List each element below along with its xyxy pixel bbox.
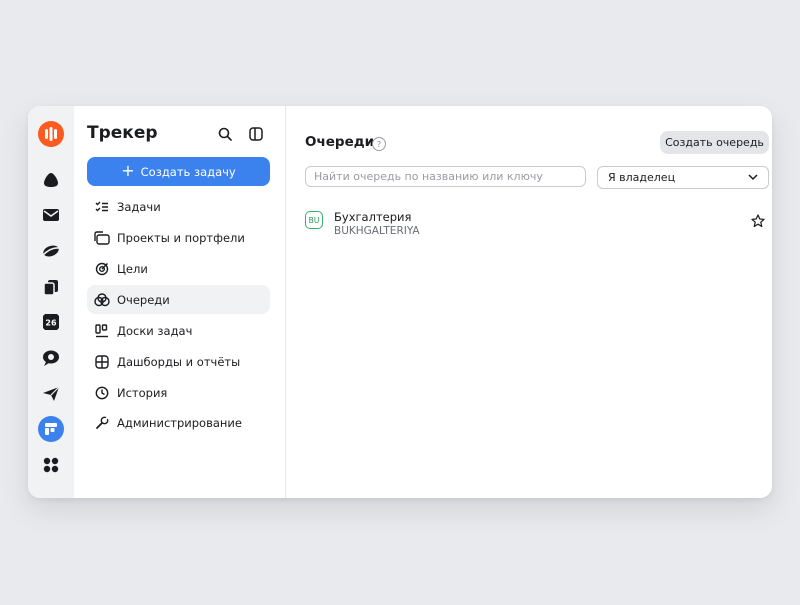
nav-item-queues[interactable]: Очереди [87,285,270,314]
nav-item-label: Цели [117,261,148,276]
create-task-button[interactable]: + Создать задачу [87,157,270,186]
calendar-date-label: 26 [45,319,57,328]
help-icon[interactable]: ? [372,137,386,151]
plus-icon: + [121,161,135,180]
telemost-icon[interactable] [37,380,65,408]
nav-item-label: История [117,385,168,400]
owner-filter-select[interactable]: Я владелец [597,166,769,189]
dashboards-icon [87,354,117,369]
mail-icon[interactable] [37,201,65,229]
goals-icon [87,262,117,276]
queue-list-item[interactable]: BU Бухгалтерия BUKHGALTERIYA [305,208,769,240]
boards-icon [87,323,117,338]
app-rail: 26 [28,106,74,498]
history-icon [87,386,117,400]
queue-name: Бухгалтерия [334,210,412,224]
sidebar: Трекер + Создать задачу Задачи Проекты и… [74,106,286,498]
calendar-icon[interactable]: 26 [37,308,65,336]
chevron-down-icon [748,171,758,184]
nav-item-label: Очереди [117,292,170,307]
nav-item-tasks[interactable]: Задачи [87,192,270,221]
queue-key: BUKHGALTERIYA [334,225,420,237]
star-icon[interactable] [751,213,765,228]
main-content: Очереди ? Создать очередь Я владелец BU … [285,106,772,498]
nav-item-admin[interactable]: Администрирование [87,408,270,437]
owner-filter-value: Я владелец [608,171,676,184]
nav-item-boards[interactable]: Доски задач [87,316,270,345]
queue-badge: BU [305,211,323,229]
nav-item-label: Проекты и портфели [117,230,245,245]
all-apps-icon[interactable] [37,451,65,479]
page-title: Очереди [305,134,375,150]
documents-icon[interactable] [37,273,65,301]
nav-item-dashboards[interactable]: Дашборды и отчёты [87,347,270,376]
search-icon[interactable] [214,123,236,145]
projects-icon [87,230,117,245]
sidebar-title: Трекер [87,123,158,143]
sidebar-toggle-icon[interactable] [245,123,267,145]
nav-item-label: Задачи [117,199,161,214]
create-queue-button[interactable]: Создать очередь [660,131,769,154]
admin-icon [87,416,117,430]
create-task-label: Создать задачу [140,164,236,179]
disk-icon[interactable] [37,237,65,265]
app-window: 26 Трекер + Создать задачу Задачи Проект… [28,106,772,498]
queue-search-input[interactable] [305,166,586,187]
tasks-icon [87,200,117,214]
nav-item-projects[interactable]: Проекты и портфели [87,223,270,252]
nav-item-label: Дашборды и отчёты [117,354,241,369]
nav-item-history[interactable]: История [87,378,270,407]
nav-item-goals[interactable]: Цели [87,254,270,283]
queues-icon [87,292,117,307]
nav-item-label: Администрирование [117,415,242,430]
tracker-icon[interactable] [37,415,65,443]
messenger-icon[interactable] [37,344,65,372]
home-icon[interactable] [37,166,65,194]
nav-item-label: Доски задач [117,323,193,338]
app-logo-icon[interactable] [37,120,65,148]
